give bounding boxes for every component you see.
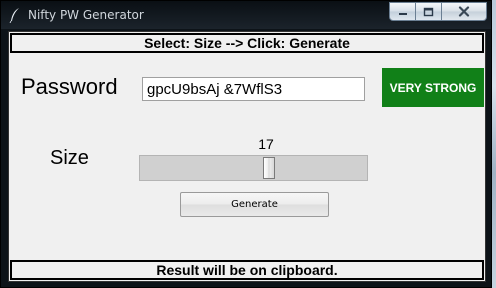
instruction-banner: Select: Size --> Click: Generate xyxy=(10,33,484,53)
maximize-button[interactable] xyxy=(416,2,442,21)
app-window: Nifty PW Generator Select: Size --> Clic… xyxy=(0,0,492,288)
minimize-button[interactable] xyxy=(389,2,416,21)
minimize-icon xyxy=(398,2,408,21)
clipboard-banner: Result will be on clipboard. xyxy=(10,260,484,280)
size-value: 17 xyxy=(258,136,274,152)
close-button[interactable] xyxy=(442,2,487,21)
close-icon xyxy=(458,2,470,21)
size-slider[interactable] xyxy=(139,155,368,181)
password-field[interactable] xyxy=(142,77,365,101)
maximize-icon xyxy=(423,2,434,21)
window-title: Nifty PW Generator xyxy=(28,8,144,22)
caption-buttons xyxy=(389,2,487,21)
password-label: Password xyxy=(21,74,118,99)
client-area: Select: Size --> Click: Generate Passwor… xyxy=(8,31,486,282)
title-bar[interactable]: Nifty PW Generator xyxy=(1,1,491,29)
size-label: Size xyxy=(50,147,89,169)
strength-badge: VERY STRONG xyxy=(382,68,484,107)
slider-thumb[interactable] xyxy=(263,157,275,179)
feather-icon xyxy=(9,7,21,24)
generate-button[interactable]: Generate xyxy=(180,192,329,217)
